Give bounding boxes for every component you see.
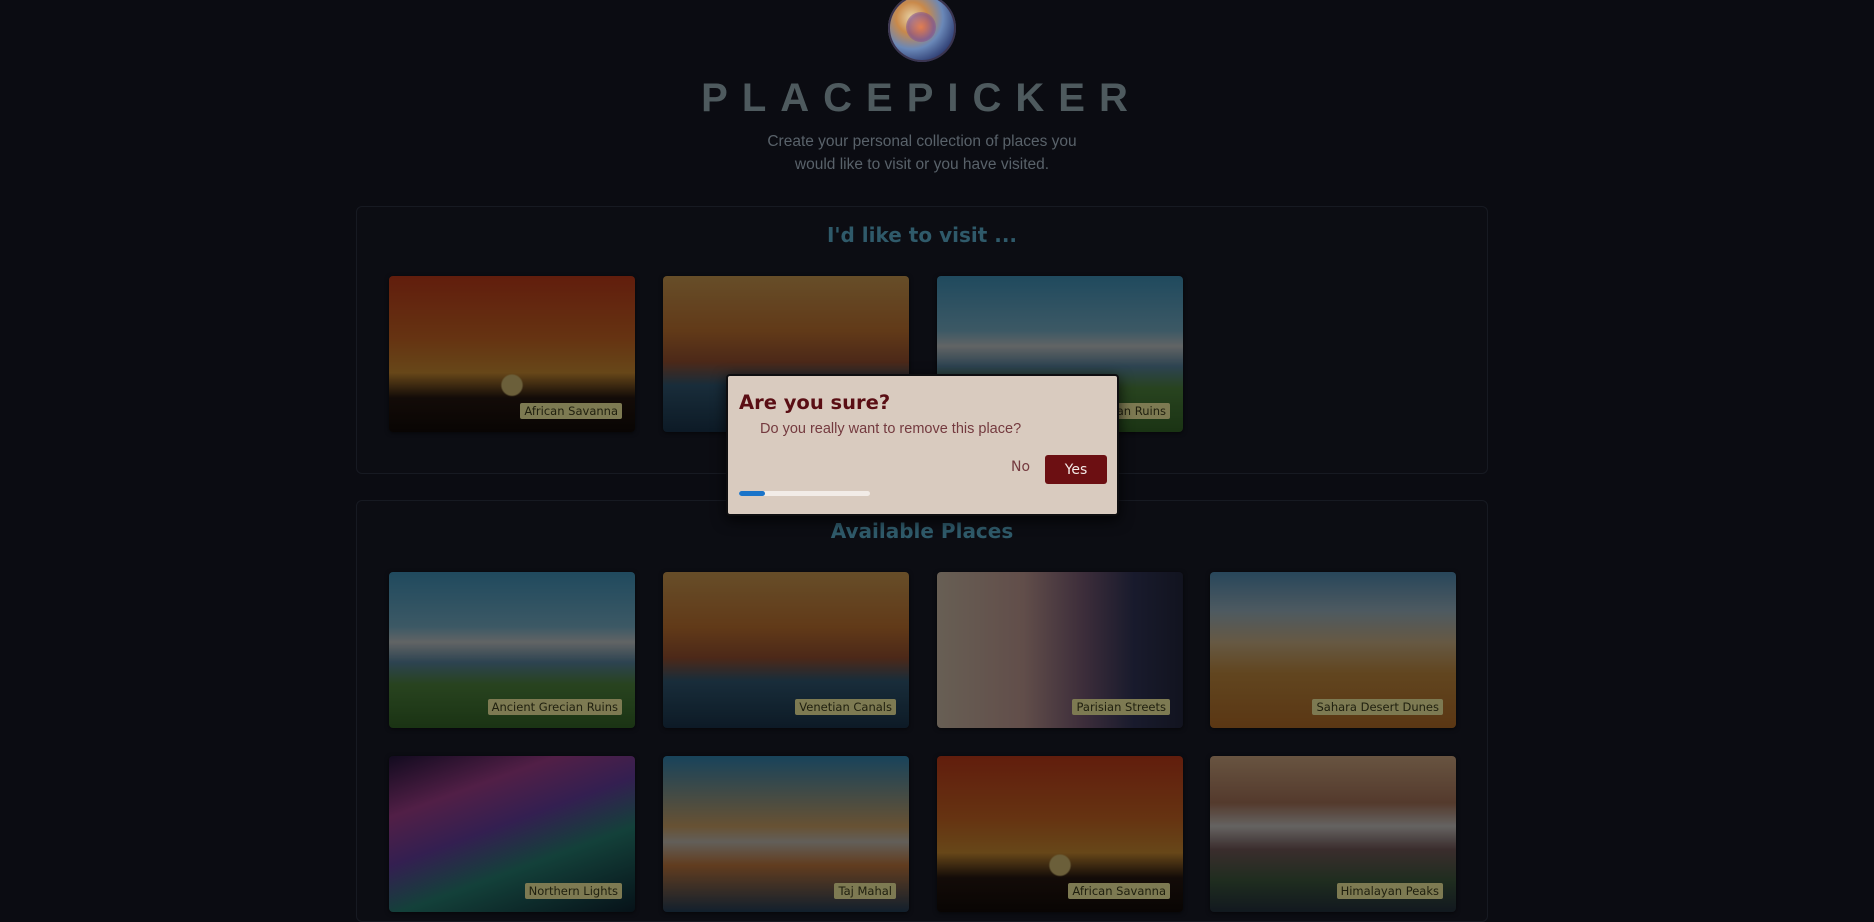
place-label: Ancient Grecian Ruins	[487, 699, 622, 715]
available-section: Available Places Ancient Grecian Ruins Ve…	[356, 500, 1488, 922]
place-label: Northern Lights	[524, 883, 622, 899]
place-card[interactable]: Northern Lights	[389, 756, 635, 912]
dialog-message: Do you really want to remove this place?	[760, 421, 1022, 437]
place-card[interactable]: African Savanna	[937, 756, 1183, 912]
place-card[interactable]: Taj Mahal	[663, 756, 909, 912]
place-card[interactable]: Sahara Desert Dunes	[1210, 572, 1456, 728]
place-label: Venetian Canals	[795, 699, 896, 715]
place-label: Parisian Streets	[1072, 699, 1170, 715]
place-card[interactable]: Parisian Streets	[937, 572, 1183, 728]
countdown-progress	[739, 491, 870, 496]
place-label: African Savanna	[520, 403, 622, 419]
app-page: PLACEPICKER Create your personal collect…	[0, 0, 1874, 922]
available-heading: Available Places	[830, 519, 1014, 543]
no-button[interactable]: No	[1011, 459, 1030, 475]
place-label: Himalayan Peaks	[1336, 883, 1443, 899]
place-label: African Savanna	[1068, 883, 1170, 899]
place-card[interactable]: Himalayan Peaks	[1210, 756, 1456, 912]
countdown-progress-fill	[739, 491, 766, 496]
visit-heading: I'd like to visit ...	[826, 223, 1018, 247]
dialog-title: Are you sure?	[739, 391, 891, 414]
app-title: PLACEPICKER	[701, 76, 1142, 120]
place-card[interactable]: Ancient Grecian Ruins	[389, 572, 635, 728]
confirm-dialog: Are you sure? Do you really want to remo…	[726, 374, 1119, 516]
place-label: Taj Mahal	[834, 883, 896, 899]
place-label: Sahara Desert Dunes	[1312, 699, 1443, 715]
app-subtitle: Create your personal collection of place…	[767, 133, 1077, 173]
globe-logo-icon	[888, 0, 956, 62]
yes-button[interactable]: Yes	[1045, 455, 1107, 484]
place-card[interactable]: Venetian Canals	[663, 572, 909, 728]
place-card[interactable]: African Savanna	[389, 276, 635, 432]
